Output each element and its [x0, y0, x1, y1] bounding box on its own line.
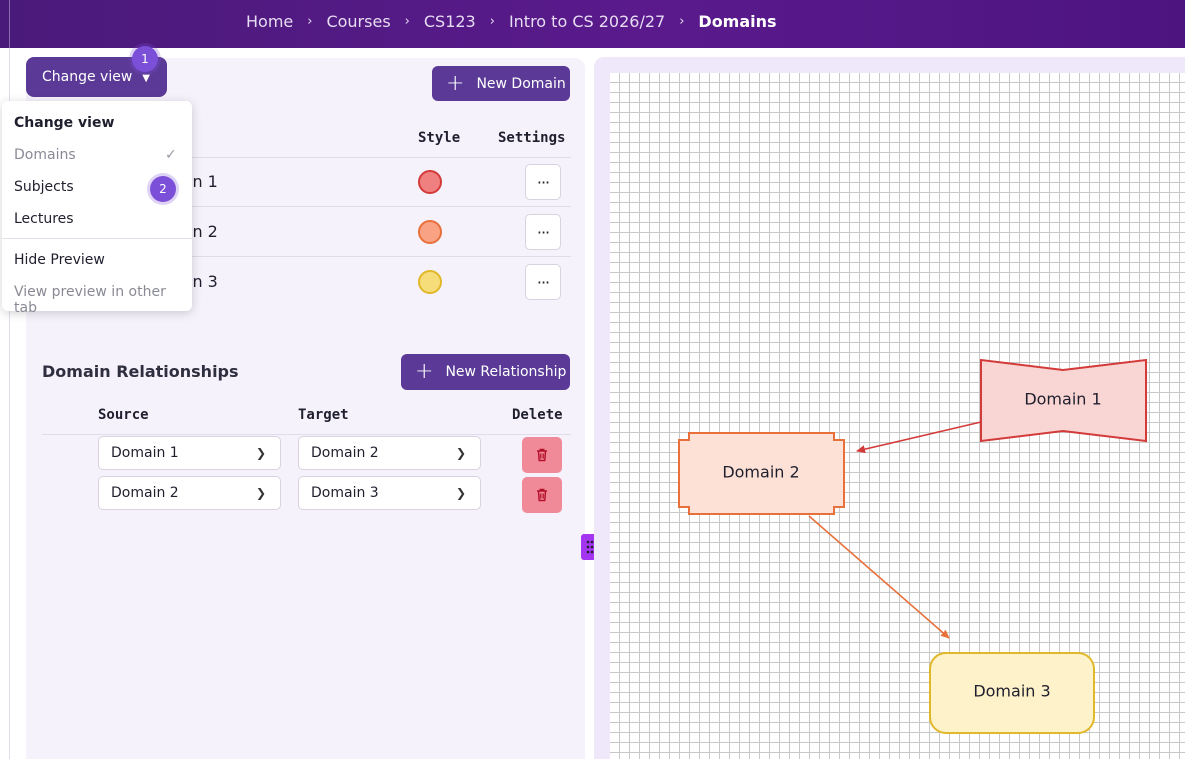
step-badge: 1 — [132, 46, 158, 72]
menu-item-subjects[interactable]: Subjects — [14, 179, 74, 195]
menu-item-lectures[interactable]: Lectures — [14, 211, 74, 227]
edge-domain2-to-domain3[interactable] — [808, 515, 950, 639]
menu-item-domains[interactable]: Domains — [14, 147, 76, 163]
node-label: Domain 3 — [973, 681, 1051, 701]
chevron-down-icon: ▼ — [142, 72, 150, 84]
change-view-label: Change view — [42, 69, 133, 85]
menu-header: Change view — [14, 115, 115, 131]
checkmark-icon: ✓ — [165, 147, 177, 163]
edge-domain1-to-domain2[interactable] — [856, 421, 982, 454]
menu-item-view-preview-other-tab[interactable]: View preview in other tab — [14, 284, 192, 316]
menu-item-hide-preview[interactable]: Hide Preview — [14, 252, 105, 268]
node-label: Domain 1 — [1024, 389, 1102, 409]
change-view-menu: Change view Domains ✓ Subjects Lectures … — [2, 101, 192, 316]
menu-divider — [2, 238, 192, 239]
step-badge: 2 — [150, 176, 176, 202]
node-label: Domain 2 — [722, 462, 800, 482]
